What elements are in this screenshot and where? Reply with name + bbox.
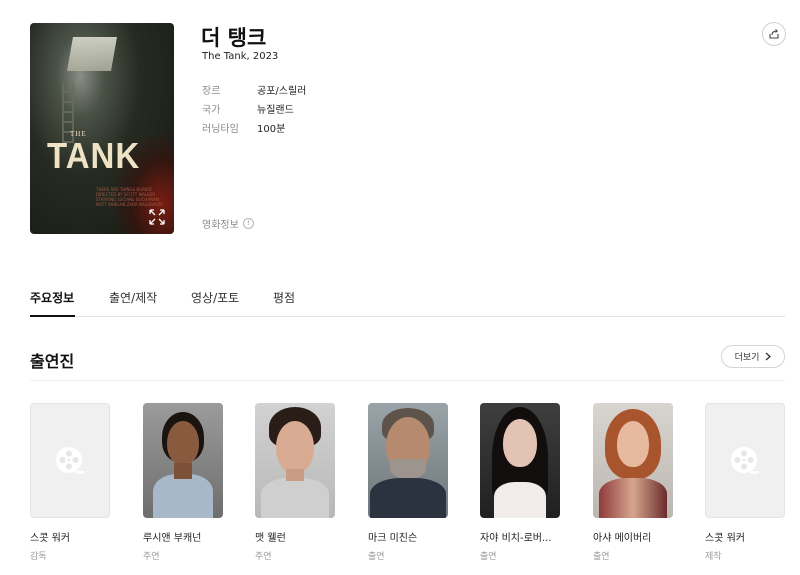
- cast-name: 루시앤 부캐넌: [143, 533, 202, 544]
- cast-photo-placeholder: [705, 403, 785, 518]
- cast-name: 스콧 워커: [705, 533, 745, 544]
- film-reel-icon: [56, 446, 84, 473]
- cast-role: 주연: [255, 552, 272, 562]
- poster-credits: THERE ARE THINGS BURIED DIRECTED BY SCOT…: [96, 187, 166, 207]
- cast-name: 마크 미친슨: [368, 533, 418, 544]
- movie-meta: 장르 공포/스릴러 국가 뉴질랜드 러닝타임 100분: [202, 80, 306, 137]
- meta-value: 100분: [257, 124, 286, 135]
- cast-photo: [368, 403, 448, 518]
- cast-photo: [255, 403, 335, 518]
- info-icon: !: [242, 218, 254, 229]
- cast-card[interactable]: 스콧 워커 제작: [705, 403, 785, 562]
- meta-row-runtime: 러닝타임 100분: [202, 118, 306, 137]
- cast-name: 맷 웰런: [255, 533, 286, 544]
- poster-credit-text: DIRECTED BY SCOTT WALKER STARRING LUCIAN…: [96, 192, 162, 207]
- poster-title-big: TANK: [47, 135, 141, 176]
- cast-photo-placeholder: [30, 403, 110, 518]
- film-reel-icon: [731, 446, 759, 473]
- movie-info-label: 영화정보: [202, 220, 239, 231]
- cast-card[interactable]: 아샤 메이버리 출연: [593, 403, 673, 562]
- cast-role: 출연: [480, 552, 497, 562]
- active-tab-indicator: [30, 315, 75, 317]
- cast-name: 스콧 워커: [30, 533, 70, 544]
- cast-role: 감독: [30, 552, 47, 562]
- tab-bar: 주요정보 출연/제작 영상/포토 평점: [30, 276, 785, 317]
- cast-name: 아샤 메이버리: [593, 533, 652, 544]
- cast-list: 스콧 워커 감독 루시앤 부캐넌 주연 맷 웰런 주연 마크 미친슨 출연 자야…: [30, 403, 790, 575]
- cast-card[interactable]: 루시앤 부캐넌 주연: [143, 403, 223, 562]
- section-divider: [30, 380, 785, 381]
- more-button-label: 더보기: [734, 353, 760, 363]
- movie-info-link[interactable]: 영화정보 !: [202, 216, 254, 231]
- meta-label: 러닝타임: [202, 124, 239, 135]
- tab-main-info[interactable]: 주요정보: [30, 289, 74, 306]
- cast-role: 제작: [705, 552, 722, 562]
- cast-photo: [593, 403, 673, 518]
- meta-label: 장르: [202, 86, 221, 97]
- meta-row-country: 국가 뉴질랜드: [202, 99, 306, 118]
- meta-label: 국가: [202, 105, 221, 116]
- more-button[interactable]: 더보기: [721, 345, 785, 368]
- meta-row-genre: 장르 공포/스릴러: [202, 80, 306, 99]
- cast-role: 출연: [368, 552, 385, 562]
- expand-icon[interactable]: [148, 208, 166, 226]
- cast-photo: [480, 403, 560, 518]
- movie-subtitle: The Tank, 2023: [202, 51, 279, 62]
- cast-card[interactable]: 스콧 워커 감독: [30, 403, 110, 562]
- cast-card[interactable]: 마크 미친슨 출연: [368, 403, 448, 562]
- movie-title: 더 탱크: [201, 26, 267, 50]
- share-icon: [769, 29, 779, 39]
- cast-card[interactable]: 맷 웰런 주연: [255, 403, 335, 562]
- tab-cast-crew[interactable]: 출연/제작: [109, 289, 157, 306]
- share-button[interactable]: [762, 22, 786, 46]
- cast-role: 출연: [593, 552, 610, 562]
- meta-value: 공포/스릴러: [257, 86, 307, 97]
- tab-video-photo[interactable]: 영상/포토: [191, 289, 239, 306]
- meta-value: 뉴질랜드: [257, 105, 294, 116]
- cast-card[interactable]: 자야 비치-로버... 출연: [480, 403, 560, 562]
- movie-poster[interactable]: THE TANK THERE ARE THINGS BURIED DIRECTE…: [30, 23, 174, 234]
- tab-ratings[interactable]: 평점: [273, 289, 295, 306]
- cast-name: 자야 비치-로버...: [480, 533, 552, 544]
- poster-light-shaft: [67, 37, 117, 71]
- chevron-right-icon: [765, 352, 772, 361]
- cast-role: 주연: [143, 552, 160, 562]
- cast-section-title: 출연진: [30, 352, 75, 371]
- cast-photo: [143, 403, 223, 518]
